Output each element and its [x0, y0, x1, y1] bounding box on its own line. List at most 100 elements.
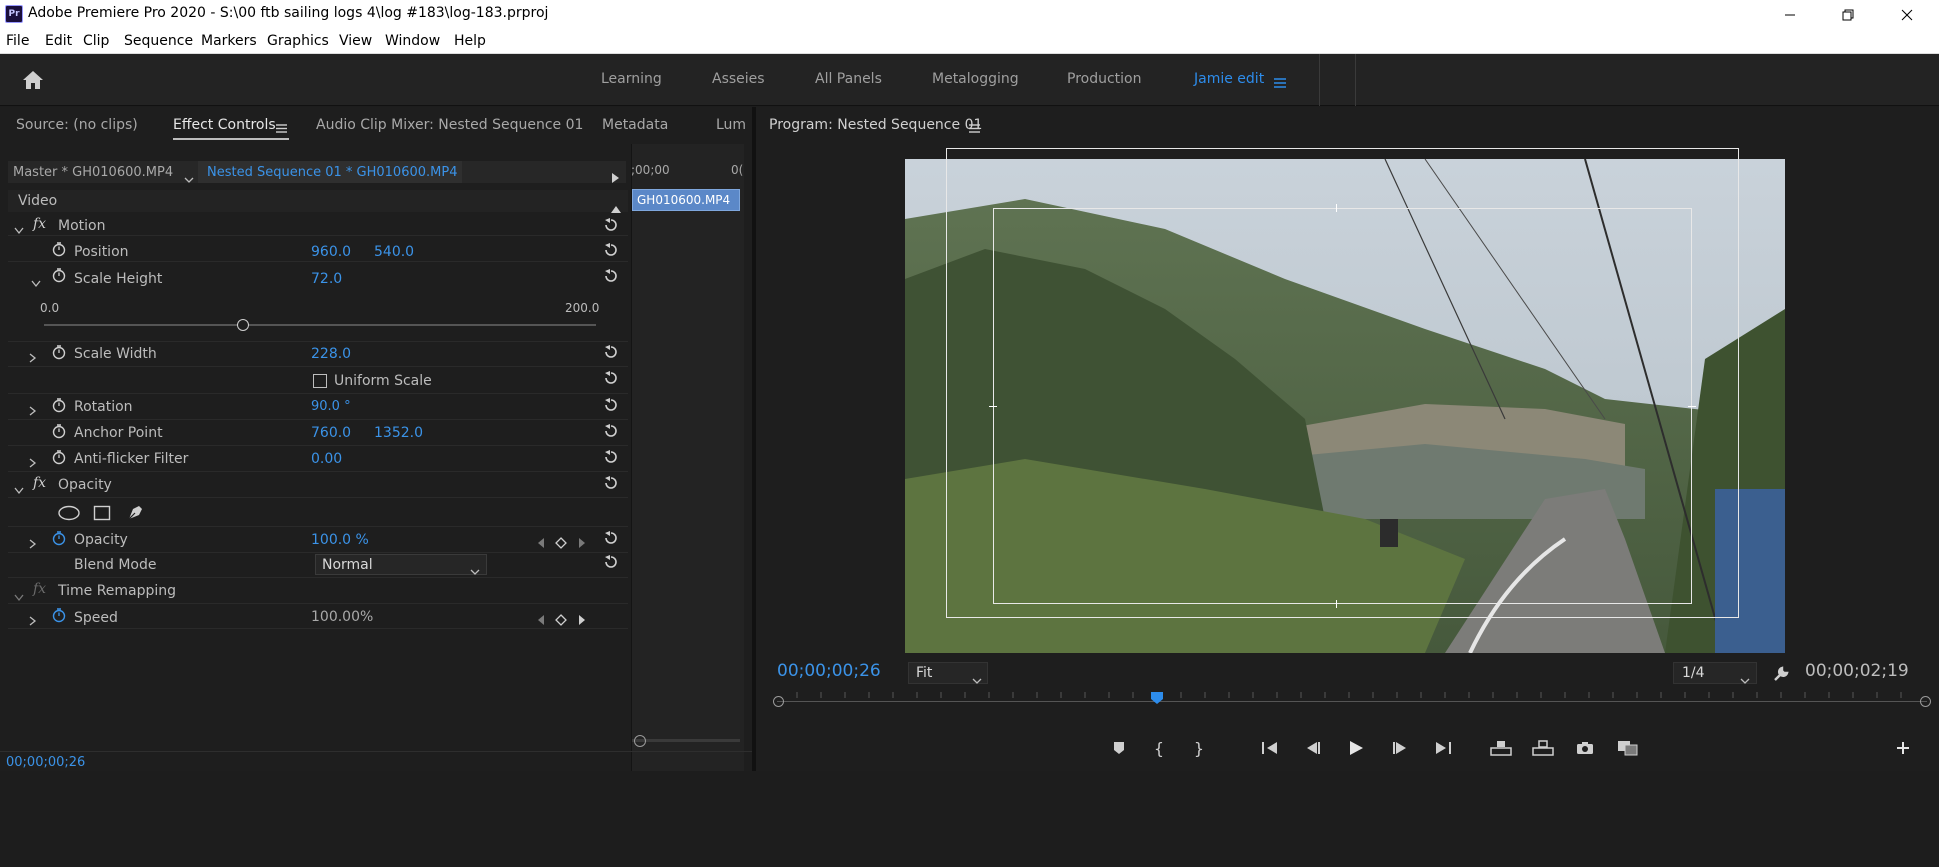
scale-width-expand-chevron-icon[interactable]: [29, 348, 37, 363]
menu-edit[interactable]: Edit: [45, 33, 72, 49]
rotation-stopwatch-icon[interactable]: [51, 397, 67, 413]
tab-lumetri[interactable]: Lum: [716, 117, 746, 133]
motion-reset-icon[interactable]: [603, 217, 619, 233]
anchor-reset-icon[interactable]: [603, 423, 619, 439]
workspace-production[interactable]: Production: [1067, 71, 1141, 87]
scale-height-reset-icon[interactable]: [603, 268, 619, 284]
anchor-x-value[interactable]: 760.0: [311, 425, 351, 441]
sequence-clip-label[interactable]: Nested Sequence 01 * GH010600.MP4: [207, 165, 457, 180]
workspace-all-panels[interactable]: All Panels: [815, 71, 882, 87]
tab-audio-clip-mixer[interactable]: Audio Clip Mixer: Nested Sequence 01: [316, 117, 583, 133]
rotation-value[interactable]: 90.0 °: [311, 399, 351, 414]
workspace-assembly[interactable]: Asseies: [712, 71, 765, 87]
transform-handle-top[interactable]: [1336, 204, 1337, 212]
master-clip-label[interactable]: Master * GH010600.MP4: [13, 165, 173, 180]
tab-source[interactable]: Source: (no clips): [16, 117, 138, 133]
speed-stopwatch-icon[interactable]: [51, 607, 67, 623]
collapse-video-icon[interactable]: [611, 198, 621, 213]
export-frame-button[interactable]: [1574, 738, 1596, 758]
workspace-metalogging[interactable]: Metalogging: [932, 71, 1019, 87]
speed-next-keyframe-icon[interactable]: [578, 611, 586, 625]
step-back-button[interactable]: [1302, 738, 1324, 758]
opacity-next-keyframe-icon[interactable]: [578, 534, 586, 548]
motion-expand-chevron-icon[interactable]: [14, 220, 24, 235]
effect-controls-timecode[interactable]: 00;00;00;26: [6, 755, 85, 770]
program-time-ruler[interactable]: [773, 689, 1931, 713]
lift-button[interactable]: [1489, 738, 1513, 758]
mark-in-button[interactable]: {: [1149, 738, 1169, 758]
workspace-learning[interactable]: Learning: [601, 71, 662, 87]
antiflicker-stopwatch-icon[interactable]: [51, 449, 67, 465]
pen-mask-icon[interactable]: [125, 503, 145, 523]
scale-height-stopwatch-icon[interactable]: [51, 267, 67, 283]
opacity-expand-chevron-icon[interactable]: [14, 480, 24, 495]
menu-markers[interactable]: Markers: [201, 33, 257, 49]
tab-metadata[interactable]: Metadata: [602, 117, 668, 133]
transform-handle-left[interactable]: [989, 406, 997, 407]
maximize-button[interactable]: [1825, 0, 1871, 29]
play-button[interactable]: [1345, 737, 1367, 759]
opacity-value[interactable]: 100.0 %: [311, 532, 369, 548]
position-y-value[interactable]: 540.0: [374, 244, 414, 260]
minimize-button[interactable]: [1767, 0, 1813, 29]
ellipse-mask-icon[interactable]: [57, 505, 81, 521]
antiflicker-expand-chevron-icon[interactable]: [29, 453, 37, 468]
menu-view[interactable]: View: [339, 33, 372, 49]
position-reset-icon[interactable]: [603, 242, 619, 258]
opacity-stopwatch-icon[interactable]: [51, 530, 67, 546]
antiflicker-value[interactable]: 0.00: [311, 451, 342, 467]
home-button[interactable]: [20, 68, 46, 92]
button-editor-add-button[interactable]: [1894, 739, 1912, 757]
speed-prev-keyframe-icon[interactable]: [537, 611, 545, 625]
uniform-scale-checkbox[interactable]: [313, 374, 327, 388]
workspace-jamie-edit[interactable]: Jamie edit: [1194, 71, 1264, 87]
rotation-reset-icon[interactable]: [603, 397, 619, 413]
opacity-value-expand-chevron-icon[interactable]: [29, 534, 37, 549]
opacity-reset-icon[interactable]: [603, 530, 619, 546]
transform-handle-right[interactable]: [1688, 406, 1696, 407]
timeline-scroll-handle[interactable]: [634, 735, 646, 747]
position-stopwatch-icon[interactable]: [51, 241, 67, 257]
extract-button[interactable]: [1531, 738, 1555, 758]
scale-width-value[interactable]: 228.0: [311, 346, 351, 362]
timeline-scrollbar[interactable]: [632, 739, 740, 742]
rotation-expand-chevron-icon[interactable]: [29, 401, 37, 416]
program-current-timecode[interactable]: 00;00;00;26: [777, 661, 881, 681]
speed-value[interactable]: 100.00%: [311, 609, 373, 625]
scale-height-expand-chevron-icon[interactable]: [31, 273, 41, 288]
clip-dropdown-arrow-icon[interactable]: [184, 169, 194, 183]
go-to-out-point-button[interactable]: [1432, 738, 1454, 758]
scale-width-stopwatch-icon[interactable]: [51, 344, 67, 360]
mark-out-button[interactable]: }: [1189, 738, 1209, 758]
program-playhead[interactable]: [1150, 689, 1164, 704]
position-x-value[interactable]: 960.0: [311, 244, 351, 260]
tab-effect-controls[interactable]: Effect Controls: [173, 117, 276, 133]
blend-mode-reset-icon[interactable]: [603, 554, 619, 570]
scale-height-slider-track[interactable]: [44, 324, 596, 326]
anchor-stopwatch-icon[interactable]: [51, 423, 67, 439]
uniform-scale-reset-icon[interactable]: [603, 370, 619, 386]
menu-clip[interactable]: Clip: [83, 33, 109, 49]
opacity-group-reset-icon[interactable]: [603, 475, 619, 491]
speed-expand-chevron-icon[interactable]: [29, 611, 37, 626]
go-to-in-point-button[interactable]: [1259, 738, 1281, 758]
scale-height-slider-handle[interactable]: [236, 319, 249, 331]
time-remap-expand-chevron-icon[interactable]: [14, 587, 24, 602]
show-timeline-toggle-icon[interactable]: [611, 168, 619, 183]
menu-sequence[interactable]: Sequence: [124, 33, 193, 49]
program-monitor-title[interactable]: Program: Nested Sequence 01: [769, 117, 982, 133]
program-menu-icon[interactable]: [969, 119, 980, 133]
speed-add-keyframe-icon[interactable]: [555, 611, 567, 626]
settings-wrench-icon[interactable]: [1772, 663, 1792, 683]
menu-window[interactable]: Window: [385, 33, 440, 49]
step-forward-button[interactable]: [1389, 738, 1411, 758]
menu-file[interactable]: File: [6, 33, 29, 49]
close-button[interactable]: [1884, 0, 1930, 29]
antiflicker-reset-icon[interactable]: [603, 449, 619, 465]
workspace-menu-icon[interactable]: [1274, 74, 1286, 88]
transform-handle-bottom[interactable]: [1336, 600, 1337, 608]
transform-inner-box[interactable]: [993, 208, 1692, 604]
menu-help[interactable]: Help: [454, 33, 486, 49]
scale-width-reset-icon[interactable]: [603, 344, 619, 360]
anchor-y-value[interactable]: 1352.0: [374, 425, 423, 441]
